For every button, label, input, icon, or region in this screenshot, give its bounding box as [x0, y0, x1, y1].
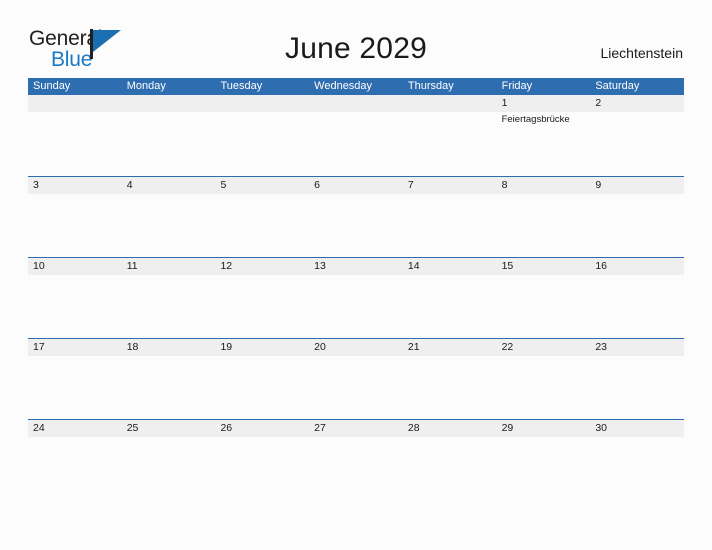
day-number: 16: [595, 260, 607, 272]
day-number: 11: [126, 260, 138, 272]
day-cell[interactable]: 19: [215, 339, 310, 419]
day-cell[interactable]: 7: [402, 177, 497, 257]
day-number: 20: [314, 341, 326, 353]
day-number: 13: [314, 260, 326, 272]
weekday-header-tuesday: Tuesday: [220, 80, 263, 92]
day-cell[interactable]: 12: [215, 258, 310, 338]
day-cell[interactable]: 22: [496, 339, 591, 419]
week-row: 10 11 12 13 14 15 16: [28, 257, 685, 338]
week-row: 3 4 5 6 7 8 9: [28, 176, 685, 257]
week-cells: 3 4 5 6 7 8 9: [28, 177, 685, 257]
day-number: 25: [126, 422, 139, 434]
weekday-header-monday: Monday: [126, 80, 166, 92]
week-cells: 17 18 19 20 21 22 23: [28, 339, 685, 419]
day-number: 26: [220, 422, 233, 434]
week-cells: 1 Feiertagsbrücke 2: [28, 95, 685, 176]
day-cell[interactable]: 13: [309, 258, 403, 338]
day-number: 6: [314, 179, 320, 191]
day-cell[interactable]: 26: [215, 420, 310, 500]
day-number: 8: [501, 179, 508, 191]
day-number: 4: [126, 179, 133, 191]
day-number: 15: [501, 260, 514, 272]
day-number: 5: [220, 179, 227, 191]
weekday-header-saturday: Saturday: [595, 80, 640, 92]
week-cells: 24 25 26 27 28 29 30: [28, 420, 685, 500]
day-number-band: [215, 95, 310, 112]
day-number: 14: [407, 260, 420, 272]
day-number: 22: [501, 341, 514, 353]
day-cell-empty: [309, 95, 403, 176]
calendar-weeks: 1 Feiertagsbrücke 2 3 4 5 6 7 8 9 10 11 12 13 14 15 16 17…: [28, 95, 685, 500]
day-cell[interactable]: 20: [309, 339, 403, 419]
day-number-band: [309, 95, 403, 112]
day-number: 9: [595, 179, 602, 191]
day-cell[interactable]: 1 Feiertagsbrücke: [496, 95, 591, 176]
day-cell[interactable]: 15: [496, 258, 591, 338]
day-cell[interactable]: 8: [496, 177, 591, 257]
day-cell-empty: [215, 95, 310, 176]
page-header: General Blue June 2029 Liechtenstein: [0, 0, 712, 78]
day-number: 1: [501, 97, 508, 109]
day-cell[interactable]: 17: [28, 339, 122, 419]
week-cells: 10 11 12 13 14 15 16: [28, 258, 685, 338]
week-row: 1 Feiertagsbrücke 2: [28, 95, 685, 176]
day-number: 24: [33, 422, 45, 434]
day-cell[interactable]: 9: [590, 177, 685, 257]
day-number-band: [402, 95, 497, 112]
day-cell[interactable]: 24: [28, 420, 122, 500]
day-number-band: [121, 95, 216, 112]
day-events: Feiertagsbrücke: [502, 114, 588, 126]
day-cell[interactable]: 14: [402, 258, 497, 338]
day-cell-empty: [28, 95, 122, 176]
day-cell[interactable]: 4: [121, 177, 216, 257]
weekday-header-sunday: Sunday: [33, 80, 71, 92]
day-number: 2: [595, 97, 602, 109]
day-cell[interactable]: 11: [121, 258, 216, 338]
day-cell[interactable]: 10: [28, 258, 122, 338]
day-number: 17: [33, 341, 45, 353]
calendar-grid: Sunday Monday Tuesday Wednesday Thursday Frid…: [28, 78, 685, 500]
day-number: 30: [595, 422, 607, 434]
day-cell[interactable]: 6: [309, 177, 403, 257]
day-cell[interactable]: 30: [590, 420, 685, 500]
weekday-header-thursday: Thursday: [407, 80, 454, 92]
day-cell-empty: [121, 95, 216, 176]
day-number: 3: [33, 179, 39, 191]
week-row: 24 25 26 27 28 29 30: [28, 419, 685, 500]
week-row: 17 18 19 20 21 22 23: [28, 338, 685, 419]
day-cell[interactable]: 2: [590, 95, 685, 176]
day-number: 28: [407, 422, 420, 434]
day-cell[interactable]: 21: [402, 339, 497, 419]
day-cell-empty: [402, 95, 497, 176]
day-number: 29: [501, 422, 514, 434]
day-cell[interactable]: 23: [590, 339, 685, 419]
day-number: 18: [126, 341, 139, 353]
weekday-header-row: Sunday Monday Tuesday Wednesday Thursday Frid…: [28, 78, 684, 95]
day-number: 7: [407, 179, 414, 191]
day-cell[interactable]: 28: [402, 420, 497, 500]
day-number: 19: [220, 341, 233, 353]
day-cell[interactable]: 29: [496, 420, 591, 500]
region-label: Liechtenstein: [600, 45, 683, 61]
day-number: 12: [220, 260, 233, 272]
day-number: 27: [314, 422, 326, 434]
day-cell[interactable]: 25: [121, 420, 216, 500]
weekday-header-friday: Friday: [501, 80, 533, 92]
day-number: 21: [407, 341, 420, 353]
day-number: 23: [595, 341, 607, 353]
day-number: 10: [33, 260, 45, 272]
holiday-event: Feiertagsbrücke: [501, 114, 570, 125]
day-number-band: [28, 95, 122, 112]
day-cell[interactable]: 18: [121, 339, 216, 419]
weekday-header-wednesday: Wednesday: [314, 80, 373, 92]
day-cell[interactable]: 27: [309, 420, 403, 500]
day-cell[interactable]: 3: [28, 177, 122, 257]
day-cell[interactable]: 16: [590, 258, 685, 338]
day-cell[interactable]: 5: [215, 177, 310, 257]
